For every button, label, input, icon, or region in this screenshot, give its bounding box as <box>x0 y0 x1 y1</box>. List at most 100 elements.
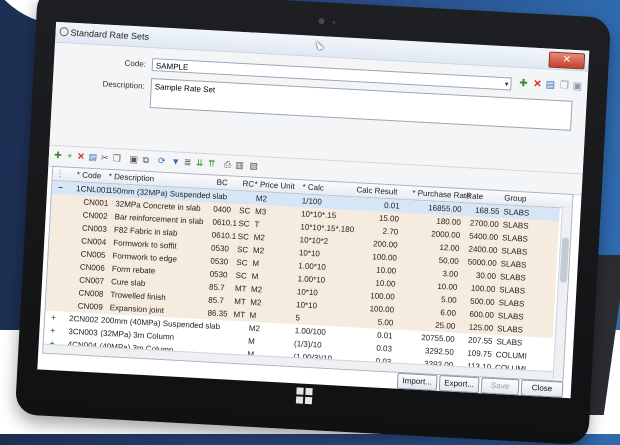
cell-purchase-rate: 3.00 <box>442 269 459 279</box>
cell-purchase-rate: 25.00 <box>434 320 456 331</box>
cell-bc: 0530 <box>210 256 229 267</box>
cell-code: 1CNL001 <box>75 184 111 195</box>
col-description[interactable]: * Description <box>109 172 155 183</box>
cell-calc-result: 10.00 <box>375 278 396 289</box>
cell-purchase-rate: 10.00 <box>437 281 458 292</box>
export-grid-icon[interactable]: ▧ <box>248 160 259 172</box>
col-group[interactable]: Group <box>504 193 527 203</box>
cut-icon[interactable]: ✂ <box>100 152 111 164</box>
tablet-device: Standard Rate Sets ✕ Code: SAMPLE ▾ ✚ ✕ … <box>14 0 612 445</box>
cell-price-unit: M2 <box>253 232 266 243</box>
chevron-down-icon[interactable]: ▾ <box>505 78 509 91</box>
windows-logo-icon[interactable] <box>295 387 313 405</box>
cell-rc: SC <box>236 257 248 268</box>
cell-code: CN004 <box>81 236 107 247</box>
col-purchase-rate[interactable]: * Purchase Rate <box>412 188 471 200</box>
col-calc[interactable]: * Calc <box>302 182 324 192</box>
copy-row-icon[interactable]: ❐ <box>112 153 123 165</box>
cell-rate: 2400.00 <box>468 244 498 256</box>
camera-sensor <box>332 20 336 24</box>
cell-rc: SC <box>236 244 249 255</box>
add-child-icon[interactable]: + <box>65 151 76 163</box>
paste-row-icon[interactable]: ▣ <box>128 154 139 166</box>
cell-rate: 600.00 <box>469 309 495 320</box>
cell-price-unit: M2 <box>252 245 265 256</box>
col-bc[interactable]: BC <box>216 178 228 188</box>
copy-icon[interactable]: ❐ <box>558 80 571 93</box>
app-window: Standard Rate Sets ✕ Code: SAMPLE ▾ ✚ ✕ … <box>37 21 590 399</box>
cell-code: CN007 <box>78 275 105 286</box>
edit-row-icon[interactable]: ▤ <box>88 152 99 164</box>
new-icon[interactable]: ✚ <box>517 78 530 91</box>
cell-rate: 5400.00 <box>468 231 499 243</box>
cell-calc-result: 15.00 <box>378 213 400 224</box>
description-label: Description: <box>102 79 146 91</box>
add-row-icon[interactable]: ✚ <box>53 150 64 162</box>
cell-price-unit: M2 <box>248 323 261 334</box>
sort-icon[interactable]: ≣ <box>182 157 193 169</box>
cell-bc: 85.7 <box>208 295 225 306</box>
cell-price-unit: M2 <box>250 297 262 308</box>
row-expander[interactable]: + <box>51 313 56 322</box>
cell-rate: 2700.00 <box>469 218 500 230</box>
row-expander[interactable]: + <box>50 326 55 335</box>
col-rc[interactable]: RC <box>242 179 254 189</box>
cell-rate: 30.00 <box>475 270 497 281</box>
cell-rate: 125.00 <box>468 322 494 333</box>
mouse-cursor-icon <box>316 39 324 50</box>
delete-icon[interactable]: ✕ <box>531 79 544 92</box>
col-code[interactable]: * Code <box>77 170 102 180</box>
cell-bc: 85.7 <box>208 282 225 293</box>
collapse-icon[interactable]: ⇈ <box>206 158 217 170</box>
cell-calc: 1/100 <box>301 196 323 207</box>
col-price-unit[interactable]: * Price Unit <box>254 180 294 191</box>
cell-calc: 5 <box>295 313 301 323</box>
cell-purchase-rate: 6.00 <box>440 308 457 318</box>
cell-calc: 1.00*10 <box>298 261 327 272</box>
close-button[interactable]: Close <box>520 379 564 398</box>
cell-bc: 0400 <box>212 204 232 215</box>
cell-code: CN001 <box>83 197 109 208</box>
cell-group: SLABS <box>499 272 526 283</box>
col-calc-result[interactable]: Calc Result <box>356 185 397 196</box>
expand-icon[interactable]: ⇊ <box>194 158 205 170</box>
columns-icon[interactable]: ▥ <box>234 160 245 172</box>
cell-bc: 0530 <box>209 269 228 280</box>
cell-price-unit: M2 <box>250 284 263 295</box>
import-button[interactable]: Import... <box>396 372 438 391</box>
edit-icon[interactable]: ▤ <box>544 79 557 92</box>
cell-rate: 500.00 <box>469 296 495 307</box>
cell-price-unit: T <box>254 219 260 230</box>
cell-group: COLUMI <box>495 350 528 361</box>
filter-icon[interactable]: ▼ <box>170 156 181 168</box>
print-icon[interactable]: ⎙ <box>222 159 233 171</box>
cell-calc: (1/3)/10 <box>293 339 322 350</box>
cell-description: Cure slab <box>110 277 146 289</box>
cell-price-unit: M3 <box>254 206 267 217</box>
cell-price-unit: M <box>252 258 260 269</box>
refresh-icon[interactable]: ⟳ <box>156 155 167 167</box>
duplicate-icon[interactable]: ⧉ <box>140 155 151 167</box>
save-button[interactable]: Save <box>480 377 520 396</box>
rates-grid[interactable]: ⋮ * Code * Description BC RC * Price Uni… <box>42 165 574 382</box>
cell-group: SLABS <box>500 259 527 270</box>
cell-rc: SC <box>235 270 248 281</box>
cell-calc: 10*10*.15*.180 <box>300 222 355 235</box>
paste-icon[interactable]: ▣ <box>571 81 584 94</box>
cell-calc: 10*10 <box>295 300 318 311</box>
row-expander[interactable]: − <box>58 183 63 192</box>
cell-purchase-rate: 3292.50 <box>424 346 455 357</box>
window-close-button[interactable]: ✕ <box>548 51 586 70</box>
export-button[interactable]: Export... <box>438 375 480 394</box>
cell-rate: 207.55 <box>467 335 493 346</box>
cell-group: SLABS <box>497 311 524 322</box>
code-value: SAMPLE <box>155 61 189 73</box>
cell-bc: 86.35 <box>207 308 228 319</box>
scroll-thumb[interactable] <box>559 237 570 283</box>
cell-purchase-rate: 12.00 <box>439 242 460 253</box>
cell-calc-result: 100.00 <box>369 304 395 315</box>
cell-group: SLABS <box>503 207 530 218</box>
cell-rc: SC <box>238 218 250 229</box>
col-rate[interactable]: Rate <box>466 191 483 201</box>
delete-row-icon[interactable]: ✕ <box>76 151 87 163</box>
